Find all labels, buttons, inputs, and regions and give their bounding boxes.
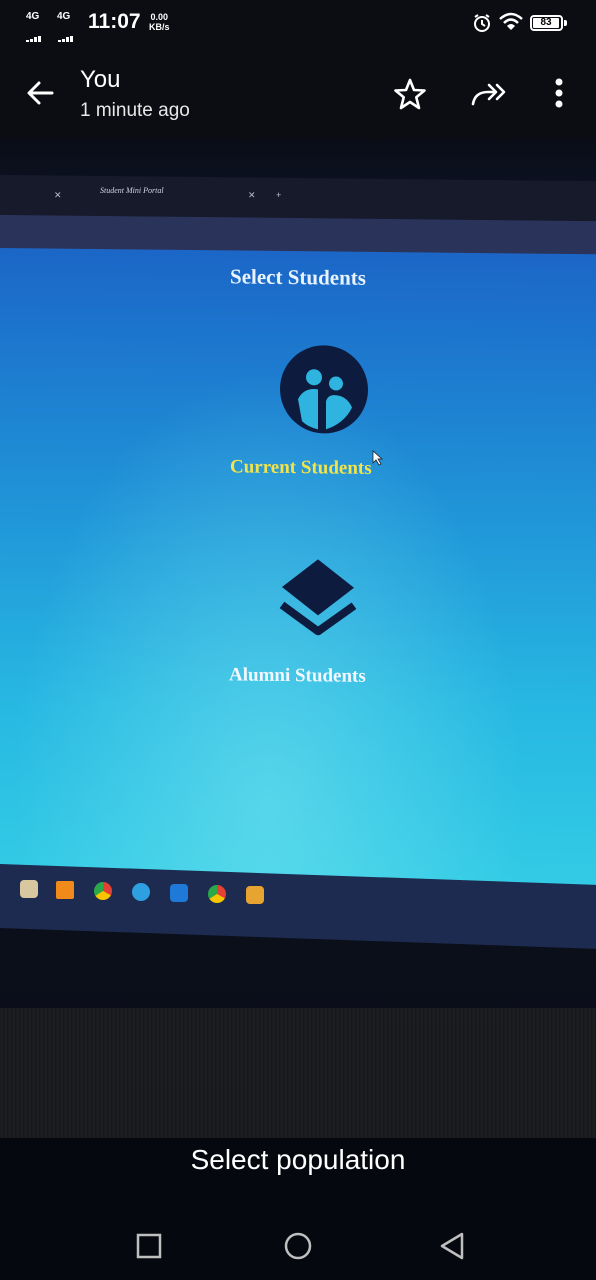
network-speed: 0.00 KB/s <box>149 12 170 32</box>
clock: 11:07 <box>88 10 141 33</box>
close-tab-icon: ✕ <box>248 190 256 200</box>
vlc-icon <box>56 881 74 899</box>
alumni-students-icon <box>279 559 357 636</box>
square-recents-icon[interactable] <box>133 1230 165 1262</box>
speed-unit: KB/s <box>149 22 170 32</box>
browser-tab-title: Student Mini Portal <box>100 186 164 195</box>
close-tab-icon: ✕ <box>54 190 62 200</box>
photo-caption: Select population <box>190 1144 406 1175</box>
new-tab-icon: + <box>276 190 282 200</box>
chrome-icon <box>94 882 112 900</box>
vscode-icon <box>170 884 188 902</box>
back-arrow-icon[interactable] <box>18 72 62 116</box>
laptop-keyboard-area <box>0 1008 596 1138</box>
current-students-label[interactable]: Current Students <box>230 456 372 479</box>
timestamp: 1 minute ago <box>80 100 190 121</box>
triangle-back-icon[interactable] <box>436 1230 468 1262</box>
speed-value: 0.00 <box>150 12 169 22</box>
forward-icon[interactable] <box>468 74 510 114</box>
sender-name: You <box>80 66 121 93</box>
screen-title: Select Students <box>230 264 366 290</box>
store-icon <box>20 880 38 898</box>
star-icon[interactable] <box>390 74 430 114</box>
network-type-2: 4G <box>57 11 71 22</box>
wifi-icon <box>499 12 523 30</box>
status-bar: 4G 4G 11:07 0.00 KB/s 83 <box>0 0 596 46</box>
current-students-icon <box>280 345 368 434</box>
system-nav-bar <box>0 1200 596 1280</box>
circle-home-icon[interactable] <box>282 1230 314 1262</box>
battery-level: 83 <box>533 18 559 28</box>
chrome-active-icon <box>208 885 226 903</box>
viewer-header: You 1 minute ago <box>0 46 596 138</box>
mouse-cursor-icon <box>372 450 384 466</box>
laptop-screen: Select Students Current Students Alumni … <box>0 248 596 905</box>
alumni-students-label[interactable]: Alumni Students <box>229 664 366 687</box>
battery-icon: 83 <box>530 15 563 31</box>
signal-icon <box>26 24 42 42</box>
alarm-icon <box>474 14 490 32</box>
more-vertical-icon[interactable] <box>545 74 573 114</box>
signal-icon <box>58 24 74 42</box>
battery-tip <box>564 20 567 26</box>
sticky-app-icon <box>246 886 264 904</box>
edge-icon <box>132 883 150 901</box>
network-type-1: 4G <box>26 11 40 22</box>
photo-view[interactable]: ✕ Student Mini Portal ✕ + Select Student… <box>0 138 596 1138</box>
browser-tab-bar <box>0 174 596 222</box>
